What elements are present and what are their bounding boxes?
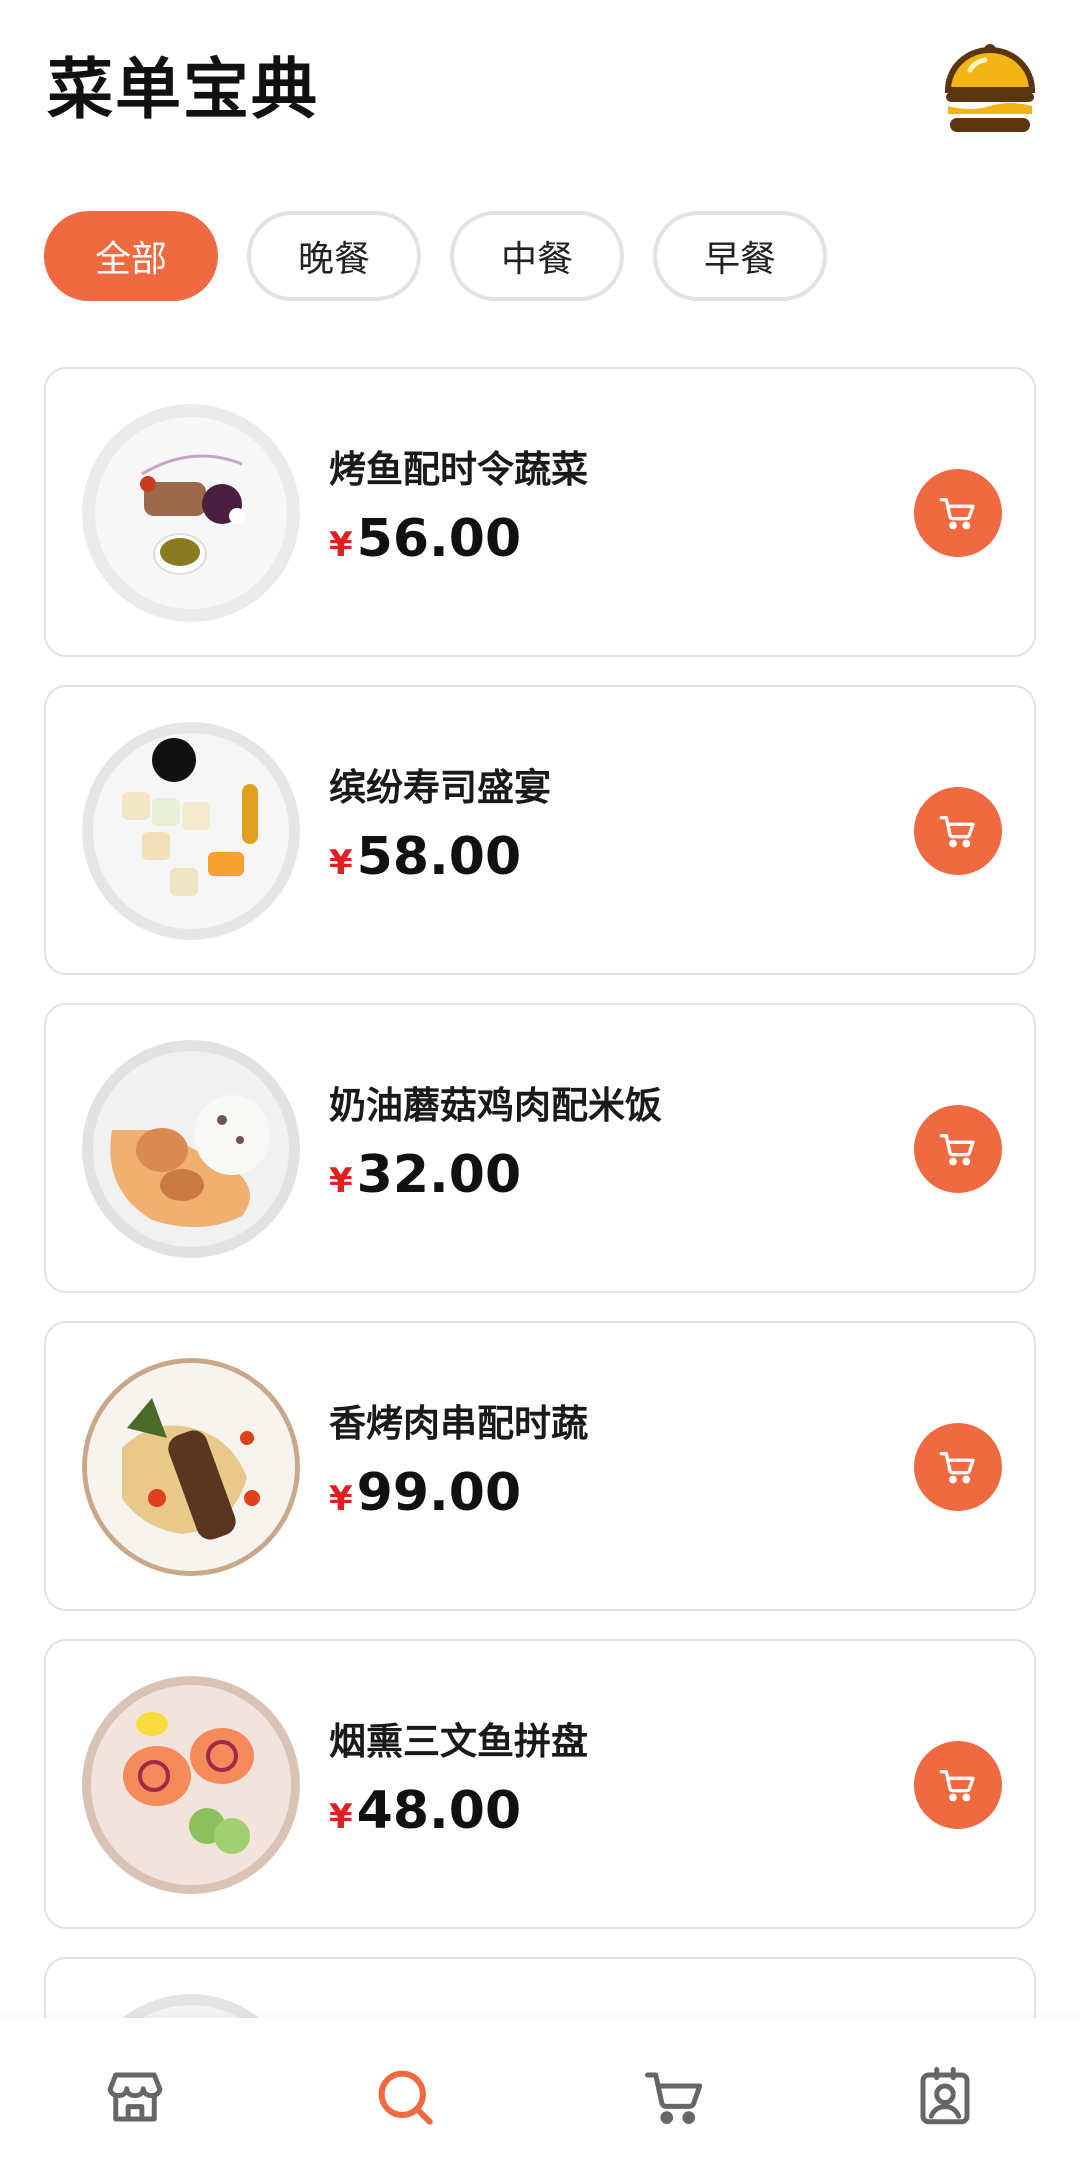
add-to-cart-button[interactable] [914,469,1002,557]
add-to-cart-button[interactable] [914,1741,1002,1829]
app-title: 菜单宝典 [47,51,319,128]
store-icon [107,2072,163,2121]
bottom-nav [0,2018,1080,2175]
cart-icon [645,2072,703,2124]
header: 菜单宝典 [0,0,1080,185]
price-amount: 58.00 [356,827,522,887]
dish-list: 烤鱼配时令蔬菜 ¥56.00 缤纷寿司盛宴 ¥58.00 奶油蘑菇鸡肉配米饭 ¥… [44,367,1036,2175]
currency-symbol: ¥ [329,843,353,883]
dish-price: ¥99.00 [329,1463,521,1523]
cart-icon [939,1452,975,1484]
currency-symbol: ¥ [329,525,353,565]
cart-icon [939,1134,975,1166]
price-amount: 48.00 [356,1781,522,1841]
add-to-cart-button[interactable] [914,1423,1002,1511]
dish-card[interactable]: 烟熏三文鱼拼盘 ¥48.00 [44,1639,1036,1929]
dish-name: 缤纷寿司盛宴 [329,766,551,809]
dish-name: 烟熏三文鱼拼盘 [329,1720,588,1763]
dish-image [82,1358,300,1576]
tab-breakfast[interactable]: 早餐 [653,211,827,301]
dish-name: 香烤肉串配时蔬 [329,1402,588,1445]
nav-profile[interactable] [810,2018,1080,2175]
tab-lunch[interactable]: 中餐 [450,211,624,301]
add-to-cart-button[interactable] [914,1105,1002,1193]
dish-image [82,1676,300,1894]
dish-card[interactable]: 香烤肉串配时蔬 ¥99.00 [44,1321,1036,1611]
dish-name: 奶油蘑菇鸡肉配米饭 [329,1084,662,1127]
cart-icon [939,816,975,848]
dish-card[interactable]: 烤鱼配时令蔬菜 ¥56.00 [44,367,1036,657]
nav-search[interactable] [270,2018,540,2175]
dish-price: ¥48.00 [329,1781,521,1841]
add-to-cart-button[interactable] [914,787,1002,875]
search-icon [378,2070,433,2125]
profile-badge-icon [920,2066,970,2124]
price-amount: 56.00 [356,509,522,569]
price-amount: 99.00 [356,1463,522,1523]
menu-page: 菜单宝典 全部 晚餐 中餐 早餐 烤鱼配时令蔬菜 ¥56.00 缤纷寿司盛宴 ¥… [0,0,1080,2175]
nav-store[interactable] [0,2018,270,2175]
dish-price: ¥56.00 [329,509,521,569]
dish-price: ¥32.00 [329,1145,521,1205]
currency-symbol: ¥ [329,1797,353,1837]
dish-name: 烤鱼配时令蔬菜 [329,448,588,491]
currency-symbol: ¥ [329,1479,353,1519]
dish-card[interactable]: 奶油蘑菇鸡肉配米饭 ¥32.00 [44,1003,1036,1293]
cart-icon [939,498,975,530]
dish-image [82,1040,300,1258]
cart-icon [939,1770,975,1802]
dish-price: ¥58.00 [329,827,521,887]
tab-all[interactable]: 全部 [44,211,218,301]
category-tabs: 全部 晚餐 中餐 早餐 [44,211,827,301]
nav-cart[interactable] [540,2018,810,2175]
dish-card[interactable]: 缤纷寿司盛宴 ¥58.00 [44,685,1036,975]
tab-dinner[interactable]: 晚餐 [247,211,421,301]
currency-symbol: ¥ [329,1161,353,1201]
food-cloche-icon [940,40,1040,140]
dish-image [82,404,300,622]
dish-image [82,722,300,940]
price-amount: 32.00 [356,1145,522,1205]
